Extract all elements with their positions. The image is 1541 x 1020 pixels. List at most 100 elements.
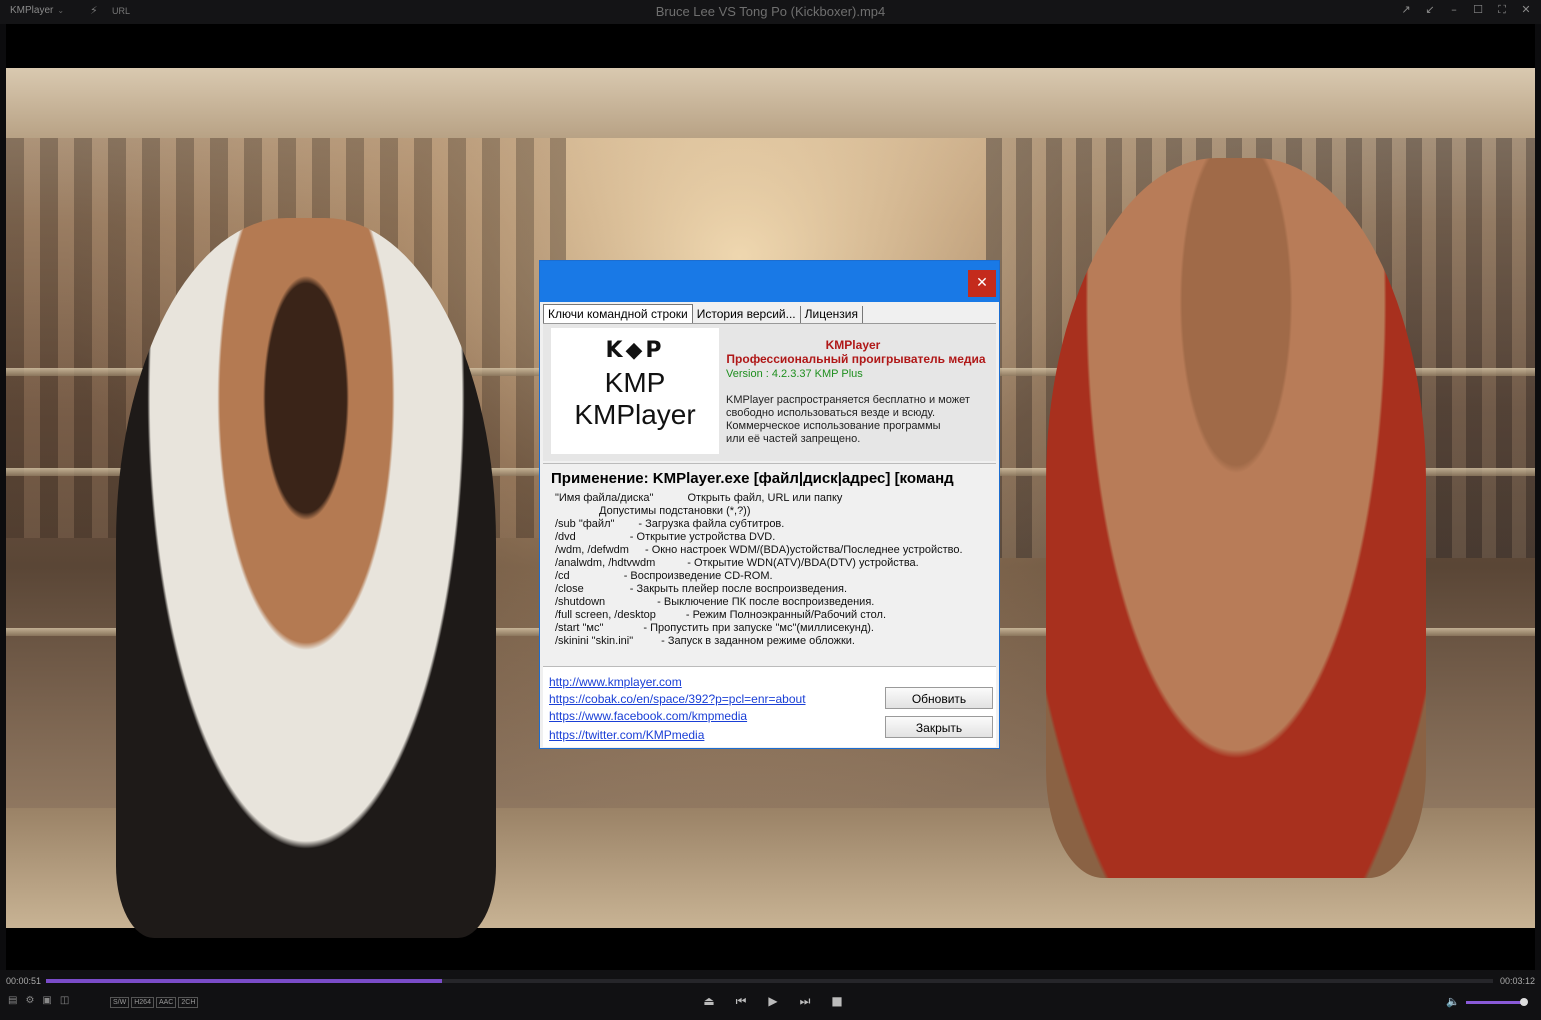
command-key: /skinini "skin.ini" [555,635,634,647]
usage-heading: Применение: KMPlayer.exe [файл|диск|адре… [551,470,954,487]
command-key: /start "мс" [555,622,604,634]
app-menu-button[interactable]: KMPlayer ⌄ [10,5,64,16]
license-note: KMPlayer распространяется бесплатно и мо… [726,394,988,446]
update-button[interactable]: Обновить [885,687,993,709]
chevron-down-icon: ⌄ [57,6,65,15]
command-row: Допустимы подстановки (*,?)) [555,505,963,518]
seek-progress [46,979,443,983]
license-note-line: KMPlayer распространяется бесплатно и мо… [726,394,970,406]
volume-icon[interactable]: 🔈 [1446,995,1460,1008]
compact-icon[interactable]: ↙ [1423,3,1437,17]
command-key: /sub "файл" [555,518,615,530]
kmp-logo-mark: K◆P [605,338,665,363]
command-description: - Окно настроек WDM/(BDA)устойства/После… [644,544,963,556]
control-bar: 00:00:51 00:03:12 ▤ ⚙ ▣ ◫ S/W H264 AAC 2… [0,970,1541,1020]
seek-bar[interactable] [46,979,1493,983]
command-key: /cd [555,570,570,582]
app-name: KMPlayer [825,338,881,352]
command-description: Допустимы подстановки (*,?)) [599,505,751,517]
stop-icon[interactable]: ■ [830,994,844,1009]
playlist-icon[interactable]: ▤ [8,995,17,1006]
app-description: Профессиональный проигрыватель медиа [726,352,986,366]
volume-level [1466,1001,1526,1004]
command-row: /sub "файл" - Загрузка файла субтитров. [555,518,963,531]
about-header-panel: K◆P KMP KMPlayer KMPlayer Профессиональн… [543,324,996,461]
vr-3d-icon[interactable]: ◫ [60,995,69,1006]
volume-handle[interactable] [1520,998,1528,1006]
left-controls: ▤ ⚙ ▣ ◫ [8,995,69,1006]
dialog-caption-bar[interactable]: ✕ [540,261,999,302]
command-row: "Имя файла/диска" Открыть файл, URL или п… [555,492,963,505]
command-description: - Загрузка файла субтитров. [638,518,785,530]
scene-fighter-left [116,218,496,938]
command-description: - Пропустить при запуске "мс"(миллисекун… [643,622,874,634]
command-key: /dvd [555,531,576,543]
scene-fighter-right [1046,158,1426,878]
link-facebook[interactable]: https://www.facebook.com/kmpmedia [549,709,747,723]
command-row: /analwdm, /hdtvwdm - Открытие WDN(ATV)/BD… [555,557,963,570]
command-row: /close - Закрыть плейер после воспроизвед… [555,583,963,596]
pin-icon[interactable]: ↗ [1399,3,1413,17]
codec-badge[interactable]: 2CH [178,997,199,1008]
command-description: - Запуск в заданном режиме обложки. [661,635,855,647]
eject-icon[interactable]: ⏏ [702,994,716,1009]
scene-roof [6,68,1535,138]
close-button[interactable]: Закрыть [885,716,993,738]
command-description: - Открытие устройства DVD. [629,531,776,543]
links-panel: http://www.kmplayer.com https://cobak.co… [543,667,996,747]
command-list: "Имя файла/диска" Открыть файл, URL или п… [555,492,963,648]
current-time: 00:00:51 [6,976,42,986]
command-description: - Режим Полноэкранный/Рабочий стол. [685,609,886,621]
command-row: /cd - Воспроизведение CD-ROM. [555,570,963,583]
command-row: /skinini "skin.ini" - Запуск в заданном р… [555,635,963,648]
command-row: /start "мс" - Пропустить при запуске "мс"… [555,622,963,635]
command-description: - Воспроизведение CD-ROM. [623,570,773,582]
codec-badge[interactable]: S/W [110,997,130,1008]
link-cobak[interactable]: https://cobak.co/en/space/392?p=pcl=enr=… [549,692,806,706]
command-row: /wdm, /defwdm - Окно настроек WDM/(BDA)ус… [555,544,963,557]
command-key: /close [555,583,584,595]
command-key: /wdm, /defwdm [555,544,629,556]
kmp-logo: K◆P KMP KMPlayer [551,328,719,454]
playback-controls: ⏏ ⏮ ▶ ⏭ ■ [702,994,844,1009]
volume-slider[interactable] [1466,998,1528,1006]
play-icon[interactable]: ▶ [766,994,780,1009]
command-description: - Выключение ПК после воспроизведения. [657,596,875,608]
settings-gear-icon[interactable]: ⚙ [25,995,34,1006]
app-version: Version : 4.2.3.37 KMP Plus [726,368,863,380]
dialog-close-button[interactable]: ✕ [968,270,996,297]
codec-badge[interactable]: AAC [155,997,177,1008]
license-note-line: или её частей запрещено. [726,433,861,445]
dialog-tabs: Ключи командной строки История версий...… [543,303,863,323]
title-bar: KMPlayer ⌄ ⚡ URL Bruce Lee VS Tong Po (Ki… [0,0,1541,24]
url-button[interactable]: URL [112,6,130,16]
minimize-icon[interactable]: – [1447,3,1461,17]
codec-badges: S/W H264 AAC 2CH [110,997,199,1008]
fullscreen-icon[interactable]: ⛶ [1495,3,1509,17]
command-row: /dvd - Открытие устройства DVD. [555,531,963,544]
codec-badge[interactable]: H264 [131,997,154,1008]
previous-icon[interactable]: ⏮ [734,994,748,1009]
command-line-panel: Применение: KMPlayer.exe [файл|диск|адре… [543,463,996,667]
screen-capture-icon[interactable]: ▣ [42,995,51,1006]
about-dialog: ✕ Ключи командной строки История версий.… [539,260,1000,749]
link-twitter[interactable]: https://twitter.com/KMPmedia [549,728,704,742]
window-title: Bruce Lee VS Tong Po (Kickboxer).mp4 [655,4,886,19]
command-key: /full screen, /desktop [555,609,656,621]
app-logo: KMPlayer [10,5,54,16]
link-kmplayer-site[interactable]: http://www.kmplayer.com [549,675,682,689]
command-row: /full screen, /desktop - Режим Полноэкран… [555,609,963,622]
window-controls: ↗ ↙ – ☐ ⛶ ✕ [1399,3,1533,17]
close-icon[interactable]: ✕ [1519,3,1533,17]
command-key: "Имя файла/диска" [555,492,654,504]
tab-command-line-keys[interactable]: Ключи командной строки [543,304,693,323]
total-time: 00:03:12 [1499,976,1535,986]
maximize-icon[interactable]: ☐ [1471,3,1485,17]
command-description: - Закрыть плейер после воспроизведения. [629,583,848,595]
next-icon[interactable]: ⏭ [798,994,812,1009]
license-note-line: свободно использоваться везде и всюду. [726,407,936,419]
kmp-logo-kmp: KMP [604,367,666,398]
tab-version-history[interactable]: История версий... [692,306,801,323]
bolt-icon[interactable]: ⚡ [90,4,98,17]
tab-license[interactable]: Лицензия [800,306,863,323]
